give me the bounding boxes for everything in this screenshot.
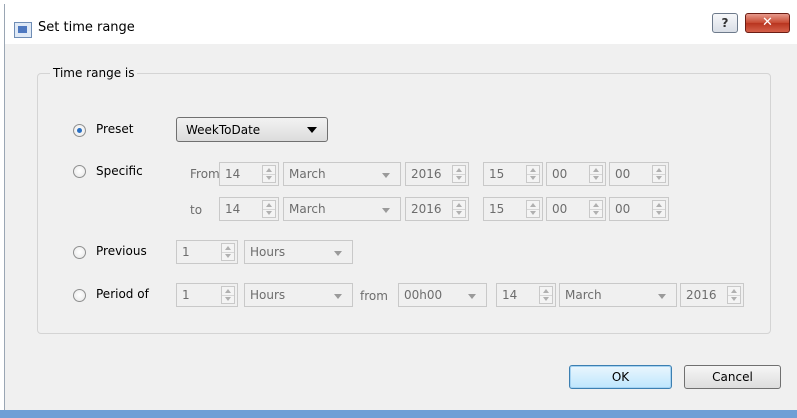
spinner-icon[interactable] — [262, 165, 276, 183]
spinner-icon[interactable] — [652, 165, 666, 183]
to-label: to — [190, 203, 203, 217]
from-hour-spinbox[interactable]: 15 — [483, 162, 543, 186]
chevron-down-icon — [334, 294, 342, 299]
app-icon — [14, 22, 32, 38]
to-month-value: March — [289, 202, 326, 216]
spinner-icon[interactable] — [652, 200, 666, 218]
from-month-value: March — [289, 167, 326, 181]
period-day-value: 14 — [502, 288, 518, 302]
period-year-value: 2016 — [686, 288, 717, 302]
spinner-icon[interactable] — [526, 200, 540, 218]
to-day-value: 14 — [225, 202, 241, 216]
close-button[interactable]: ✕ — [745, 13, 790, 33]
to-day-spinbox[interactable]: 14 — [219, 197, 279, 221]
from-day-spinbox[interactable]: 14 — [219, 162, 279, 186]
preset-select[interactable]: WeekToDate — [176, 117, 328, 142]
previous-count-value: 1 — [182, 245, 190, 259]
to-second-spinbox[interactable]: 00 — [609, 197, 669, 221]
previous-unit-select[interactable]: Hours — [244, 240, 353, 264]
spinner-icon[interactable] — [526, 165, 540, 183]
dialog-title: Set time range — [38, 20, 135, 35]
from-hour-value: 15 — [489, 167, 505, 181]
period-of-label: Period of — [96, 287, 149, 301]
period-month-value: March — [565, 288, 602, 302]
spinner-icon[interactable] — [221, 243, 235, 261]
from-second-value: 00 — [615, 167, 631, 181]
chevron-down-icon — [382, 173, 390, 178]
spinner-icon[interactable] — [539, 286, 553, 304]
taskbar-edge — [0, 410, 797, 418]
to-hour-value: 15 — [489, 202, 505, 216]
from-second-spinbox[interactable]: 00 — [609, 162, 669, 186]
period-unit-value: Hours — [250, 288, 286, 302]
spinner-icon[interactable] — [262, 200, 276, 218]
group-title: Time range is — [50, 66, 138, 80]
period-time-select[interactable]: 00h00 — [398, 283, 487, 307]
from-day-value: 14 — [225, 167, 241, 181]
preset-radio[interactable] — [73, 124, 86, 137]
chevron-down-icon — [468, 294, 476, 299]
period-count-value: 1 — [182, 288, 190, 302]
specific-label: Specific — [96, 164, 143, 178]
to-minute-value: 00 — [552, 202, 568, 216]
to-month-select[interactable]: March — [283, 197, 401, 221]
previous-radio[interactable] — [73, 246, 86, 259]
to-minute-spinbox[interactable]: 00 — [546, 197, 606, 221]
to-hour-spinbox[interactable]: 15 — [483, 197, 543, 221]
spinner-icon[interactable] — [727, 286, 741, 304]
preset-value: WeekToDate — [186, 123, 261, 137]
preset-label: Preset — [96, 122, 134, 136]
spinner-icon[interactable] — [452, 200, 466, 218]
period-year-spinbox[interactable]: 2016 — [680, 283, 744, 307]
previous-count-spinbox[interactable]: 1 — [176, 240, 238, 264]
to-year-spinbox[interactable]: 2016 — [405, 197, 469, 221]
spinner-icon[interactable] — [221, 286, 235, 304]
from-month-select[interactable]: March — [283, 162, 401, 186]
to-second-value: 00 — [615, 202, 631, 216]
spinner-icon[interactable] — [589, 165, 603, 183]
period-month-select[interactable]: March — [559, 283, 677, 307]
specific-radio[interactable] — [73, 165, 86, 178]
period-of-radio[interactable] — [73, 289, 86, 302]
chevron-down-icon — [382, 208, 390, 213]
previous-label: Previous — [96, 244, 147, 258]
period-unit-select[interactable]: Hours — [244, 283, 353, 307]
chevron-down-icon — [658, 294, 666, 299]
cancel-button[interactable]: Cancel — [684, 365, 781, 389]
period-from-label: from — [360, 289, 388, 303]
help-button[interactable]: ? — [712, 13, 738, 33]
period-day-spinbox[interactable]: 14 — [496, 283, 556, 307]
from-year-spinbox[interactable]: 2016 — [405, 162, 469, 186]
spinner-icon[interactable] — [589, 200, 603, 218]
from-year-value: 2016 — [411, 167, 442, 181]
spinner-icon[interactable] — [452, 165, 466, 183]
to-year-value: 2016 — [411, 202, 442, 216]
chevron-down-icon — [307, 127, 317, 133]
chevron-down-icon — [334, 251, 342, 256]
from-minute-value: 00 — [552, 167, 568, 181]
period-count-spinbox[interactable]: 1 — [176, 283, 238, 307]
ok-button[interactable]: OK — [569, 365, 672, 389]
from-label: From — [190, 167, 220, 181]
period-time-value: 00h00 — [404, 288, 443, 302]
previous-unit-value: Hours — [250, 245, 286, 259]
title-bar[interactable]: Set time range ? ✕ — [5, 4, 797, 44]
from-minute-spinbox[interactable]: 00 — [546, 162, 606, 186]
